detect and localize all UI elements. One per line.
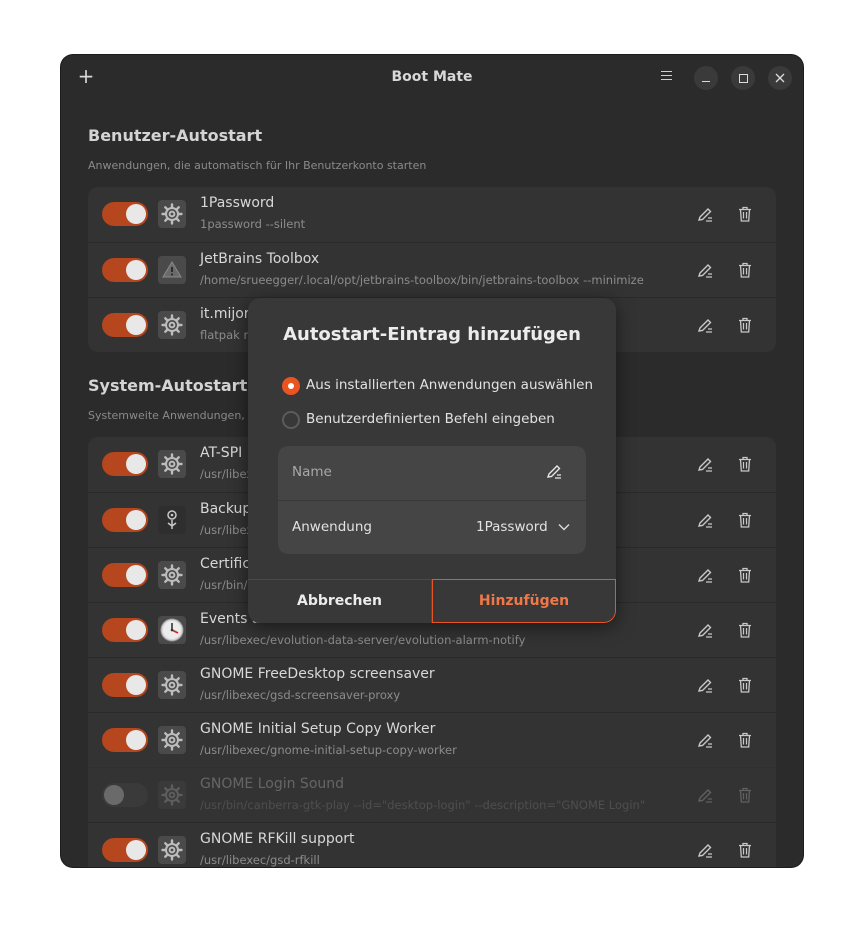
gear-icon: [158, 200, 186, 228]
radio-custom-command-label[interactable]: Benutzerdefinierten Befehl eingeben: [306, 411, 555, 427]
trash-icon[interactable]: [738, 262, 752, 278]
gear-icon: [158, 726, 186, 754]
trash-icon[interactable]: [738, 456, 752, 472]
item-command: /usr/bin/: [200, 578, 248, 592]
edit-icon[interactable]: [697, 843, 713, 859]
autostart-toggle[interactable]: [102, 258, 148, 282]
trash-icon[interactable]: [738, 317, 752, 333]
list-item: 1Password 1password --silent: [88, 187, 776, 242]
add-button[interactable]: Hinzufügen: [432, 579, 616, 623]
autostart-toggle[interactable]: [102, 673, 148, 697]
edit-icon[interactable]: [697, 678, 713, 694]
form-fields: Name Anwendung 1Password: [278, 446, 586, 554]
headerbar: + Boot Mate: [61, 55, 803, 101]
autostart-toggle[interactable]: [102, 563, 148, 587]
item-title: GNOME Initial Setup Copy Worker: [200, 721, 436, 737]
radio-installed-apps-label[interactable]: Aus installierten Anwendungen auswählen: [306, 377, 593, 393]
close-button[interactable]: [768, 66, 792, 90]
application-dropdown[interactable]: Anwendung 1Password: [278, 501, 586, 554]
trash-icon[interactable]: [738, 787, 752, 803]
item-title: 1Password: [200, 195, 275, 211]
item-command: /usr/libexec/evolution-data-server/evolu…: [200, 633, 526, 647]
system-section-subtitle: Systemweite Anwendungen,: [88, 409, 245, 422]
maximize-button[interactable]: [731, 66, 755, 90]
gear-icon: [158, 561, 186, 589]
list-item: GNOME Login Sound/usr/bin/canberra-gtk-p…: [88, 767, 776, 822]
item-title: GNOME RFKill support: [200, 831, 355, 847]
autostart-toggle[interactable]: [102, 508, 148, 532]
gear-icon: [158, 311, 186, 339]
application-label: Anwendung: [292, 519, 372, 535]
radio-installed-apps[interactable]: [282, 377, 300, 395]
system-section-title: System-Autostart: [88, 376, 248, 395]
edit-icon[interactable]: [697, 568, 713, 584]
user-section-subtitle: Anwendungen, die automatisch für Ihr Ben…: [88, 159, 427, 172]
trash-icon[interactable]: [738, 842, 752, 858]
item-command: /usr/libex: [200, 523, 254, 537]
window-title: Boot Mate: [391, 69, 473, 85]
trash-icon[interactable]: [738, 622, 752, 638]
item-command: /usr/libexec/gnome-initial-setup-copy-wo…: [200, 743, 457, 757]
edit-icon[interactable]: [697, 263, 713, 279]
autostart-toggle[interactable]: [102, 838, 148, 862]
warning-icon: [158, 256, 186, 284]
trash-icon[interactable]: [738, 732, 752, 748]
item-title: JetBrains Toolbox: [200, 251, 320, 267]
close-icon: [775, 73, 785, 83]
autostart-toggle[interactable]: [102, 618, 148, 642]
user-section-title: Benutzer-Autostart: [88, 126, 263, 145]
item-title: GNOME Login Sound: [200, 776, 345, 792]
add-autostart-dialog: Autostart-Eintrag hinzufügen Aus install…: [248, 298, 616, 623]
item-command: /usr/libexec/gsd-rfkill: [200, 853, 320, 867]
item-title: Backup: [200, 501, 252, 517]
item-command: /usr/bin/canberra-gtk-play --id="desktop…: [200, 798, 646, 812]
radio-custom-command[interactable]: [282, 411, 300, 429]
menu-icon[interactable]: [655, 68, 677, 88]
item-title: it.mijor: [200, 306, 250, 322]
application-value: 1Password: [476, 519, 548, 535]
edit-icon[interactable]: [697, 207, 713, 223]
autostart-toggle[interactable]: [102, 728, 148, 752]
cancel-button[interactable]: Abbrechen: [248, 579, 432, 623]
autostart-toggle[interactable]: [102, 783, 148, 807]
minimize-button[interactable]: [694, 66, 718, 90]
chevron-down-icon: [558, 524, 570, 531]
trash-icon[interactable]: [738, 677, 752, 693]
item-command: /home/srueegger/.local/opt/jetbrains-too…: [200, 273, 644, 287]
item-title: GNOME FreeDesktop screensaver: [200, 666, 435, 682]
list-item: GNOME Initial Setup Copy Worker/usr/libe…: [88, 712, 776, 767]
name-placeholder: Name: [292, 464, 332, 480]
item-command: /usr/libex: [200, 467, 254, 481]
name-field[interactable]: Name: [278, 446, 586, 501]
edit-icon[interactable]: [697, 788, 713, 804]
trash-icon[interactable]: [738, 206, 752, 222]
item-title: Certific: [200, 556, 251, 572]
gear-icon: [158, 450, 186, 478]
list-item: GNOME RFKill support/usr/libexec/gsd-rfk…: [88, 822, 776, 867]
dialog-title: Autostart-Eintrag hinzufügen: [283, 324, 581, 345]
item-command: 1password --silent: [200, 217, 306, 231]
gear-icon: [158, 671, 186, 699]
backup-icon: [158, 506, 186, 534]
autostart-toggle[interactable]: [102, 313, 148, 337]
autostart-toggle[interactable]: [102, 202, 148, 226]
gear-icon: [158, 836, 186, 864]
autostart-toggle[interactable]: [102, 452, 148, 476]
item-title: AT-SPI I: [200, 445, 251, 461]
edit-icon: [546, 465, 561, 479]
edit-icon[interactable]: [697, 318, 713, 334]
list-item: JetBrains Toolbox/home/srueegger/.local/…: [88, 242, 776, 297]
edit-icon[interactable]: [697, 733, 713, 749]
item-command: /usr/libexec/gsd-screensaver-proxy: [200, 688, 401, 702]
edit-icon[interactable]: [697, 513, 713, 529]
list-item: GNOME FreeDesktop screensaver/usr/libexe…: [88, 657, 776, 712]
gear-icon: [158, 781, 186, 809]
trash-icon[interactable]: [738, 512, 752, 528]
edit-icon[interactable]: [697, 457, 713, 473]
clock-icon: [158, 616, 186, 644]
edit-icon[interactable]: [697, 623, 713, 639]
trash-icon[interactable]: [738, 567, 752, 583]
